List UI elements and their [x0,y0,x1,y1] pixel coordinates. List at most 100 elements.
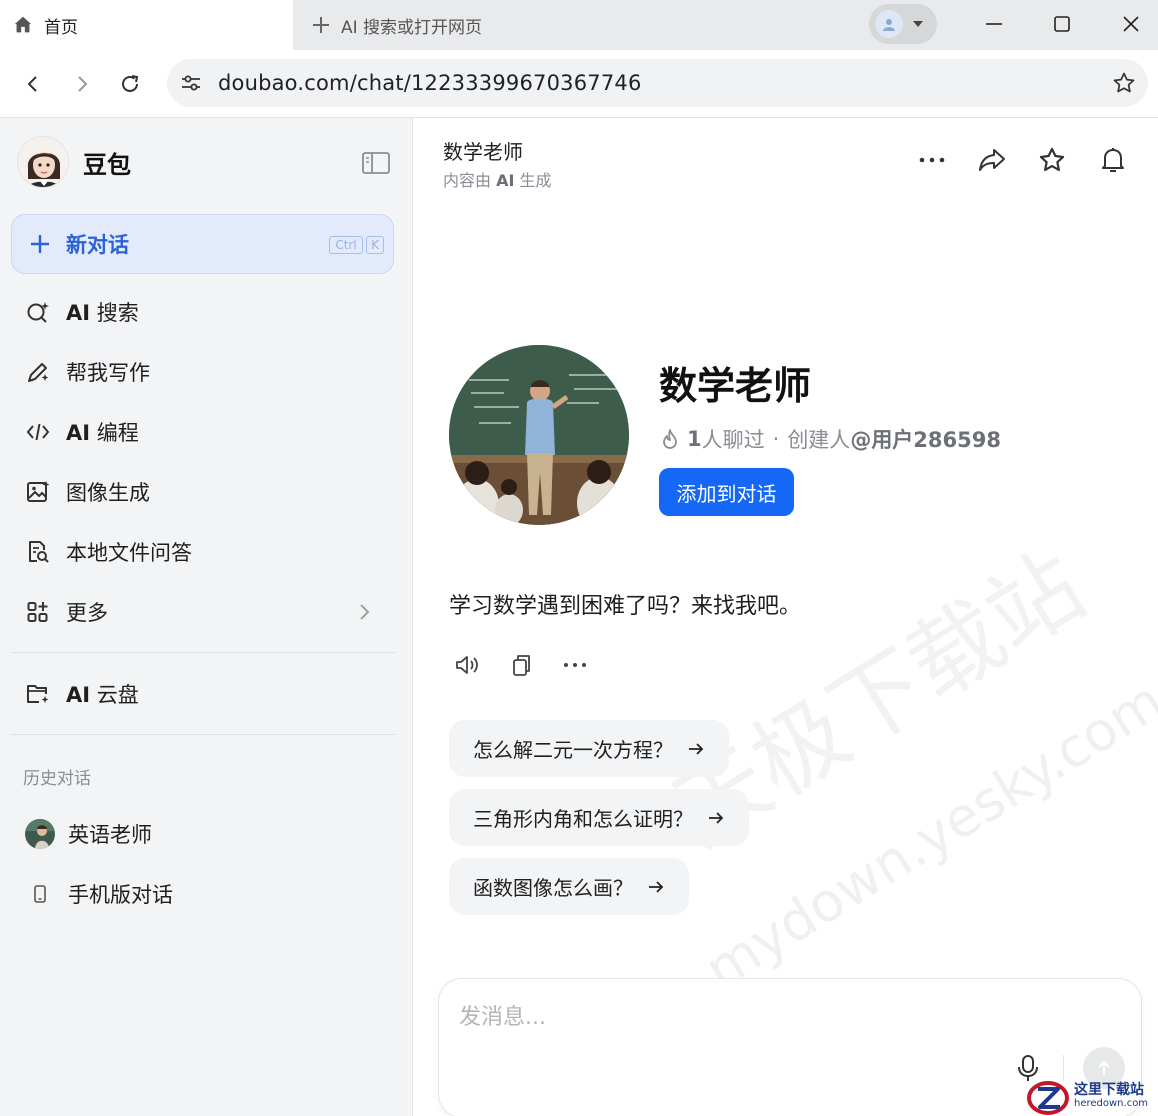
heredown-logo-icon [1027,1081,1069,1115]
creator-link[interactable]: @用户286598 [850,424,1001,454]
new-chat-button[interactable]: 新对话 Ctrl K [11,214,394,274]
heredown-logo-url: heredown.com [1074,1098,1149,1109]
plus-icon [313,17,329,33]
maximize-icon [1054,16,1070,32]
sidebar-item-label: 本地文件问答 [66,541,192,565]
star-icon [1039,147,1065,172]
sidebar-item-label: AI 搜索 [66,301,139,325]
add-to-chat-button[interactable]: 添加到对话 [659,468,794,516]
bot-meta: 1 人聊过 · 创建人 @用户286598 [659,424,1001,454]
site-settings-icon[interactable] [179,71,203,95]
suggestion-chip[interactable]: 三角形内角和怎么证明？ [449,789,749,846]
read-aloud-button[interactable] [452,650,482,680]
message-input-placeholder: 发消息... [459,1005,546,1030]
heredown-logo: 这里下载站 heredown.com [1026,1076,1158,1116]
arrow-left-icon [27,76,37,92]
watermark-url: mydown.yesky.com [694,668,1158,1002]
arrow-right-icon [709,811,724,824]
copy-button[interactable] [506,650,536,680]
teacher-avatar-icon [25,819,55,849]
sidebar-item-writing[interactable]: 帮我写作 [11,346,394,398]
code-icon [26,423,50,441]
favorite-button[interactable] [1034,142,1070,178]
bot-greeting-message: 学习数学遇到困难了吗？来找我吧。 [449,594,802,619]
new-tab-button[interactable]: AI 搜索或打开网页 [311,10,482,40]
arrow-right-icon [78,76,88,92]
bot-avatar-image [449,345,629,525]
creator-prefix: 创建人 [787,428,851,452]
arrow-up-icon [1098,1060,1110,1075]
sidebar-item-label: 图像生成 [66,481,150,505]
phone-icon [25,879,55,909]
heredown-logo-text: 这里下载站 [1074,1082,1144,1098]
message-more-button[interactable] [560,650,590,680]
history-item-english-teacher[interactable]: 英语老师 [11,808,394,860]
sidebar-item-ai-coding[interactable]: AI 编程 [11,406,394,458]
reload-icon [122,75,139,92]
notification-button[interactable] [1095,142,1131,178]
tab-home[interactable]: 首页 [0,0,293,50]
more-horizontal-icon [919,157,945,163]
sidebar-item-ai-search[interactable]: AI 搜索 [11,286,394,338]
back-button[interactable] [13,64,53,104]
suggestion-text: 函数图像怎么画？ [473,876,633,900]
ai-generated-note: 内容由 AI 生成 [443,171,552,190]
bookmark-star-icon[interactable] [1112,71,1136,95]
url-field[interactable]: doubao.com/chat/12233399670367746 [167,59,1148,107]
profile-button[interactable] [869,4,937,44]
sidebar-toggle-icon [362,152,390,174]
grid-icon [27,602,48,622]
address-bar-row: doubao.com/chat/12233399670367746 [0,50,1158,118]
close-window-button[interactable] [1097,0,1158,48]
bell-icon [1102,148,1124,172]
minimize-button[interactable] [960,0,1028,48]
sidebar-item-more[interactable]: 更多 [11,586,394,638]
speaker-icon [456,656,478,674]
chevron-down-icon [913,21,923,27]
chat-count-unit: 人聊过 [701,428,765,452]
pen-sparkle-icon [28,363,49,382]
profile-avatar-icon [875,10,903,38]
close-icon [1123,16,1139,32]
more-horizontal-icon [564,663,586,667]
meta-separator: · [772,427,780,451]
sidebar-item-label: 更多 [66,601,108,625]
brand-name: 豆包 [83,150,131,179]
reload-button[interactable] [110,64,150,104]
more-options-button[interactable] [914,142,950,178]
copy-icon [513,655,530,676]
image-icon [27,481,50,502]
fire-icon [663,429,677,449]
tab-title: 首页 [44,17,78,38]
sidebar-item-ai-cloud[interactable]: AI 云盘 [11,668,394,720]
doubao-logo-avatar [17,136,69,188]
sidebar-item-file-qa[interactable]: 本地文件问答 [11,526,394,578]
brand[interactable]: 豆包 [17,136,131,188]
maximize-button[interactable] [1028,0,1096,48]
collapse-sidebar-button[interactable] [361,150,391,176]
chat-title: 数学老师 [443,140,523,164]
bot-name: 数学老师 [659,364,812,408]
ai-search-icon [27,302,49,323]
sidebar-divider [11,734,395,735]
sidebar-item-label: 帮我写作 [66,361,150,385]
sidebar: 豆包 新对话 Ctrl K AI 搜索 帮我写作 AI 编程 图像生成 本地文件… [0,118,413,1116]
chevron-right-icon [360,604,370,620]
arrow-right-icon [689,742,704,755]
home-icon [14,16,32,33]
shortcut-key-k: K [366,236,384,254]
share-button[interactable] [974,142,1010,178]
file-search-icon [29,541,49,563]
chat-count: 1 [687,427,702,451]
arrow-right-icon [649,880,664,893]
sidebar-item-label: AI 云盘 [66,683,139,707]
url-text: doubao.com/chat/12233399670367746 [218,71,642,95]
sidebar-item-image-gen[interactable]: 图像生成 [11,466,394,518]
suggestion-chip[interactable]: 怎么解二元一次方程？ [449,720,729,777]
history-item-label: 手机版对话 [68,883,173,907]
suggestion-text: 三角形内角和怎么证明？ [473,807,693,831]
history-item-mobile-chat[interactable]: 手机版对话 [11,868,394,920]
suggestion-chip[interactable]: 函数图像怎么画？ [449,858,689,915]
forward-button[interactable] [62,64,102,104]
minimize-icon [986,23,1002,25]
